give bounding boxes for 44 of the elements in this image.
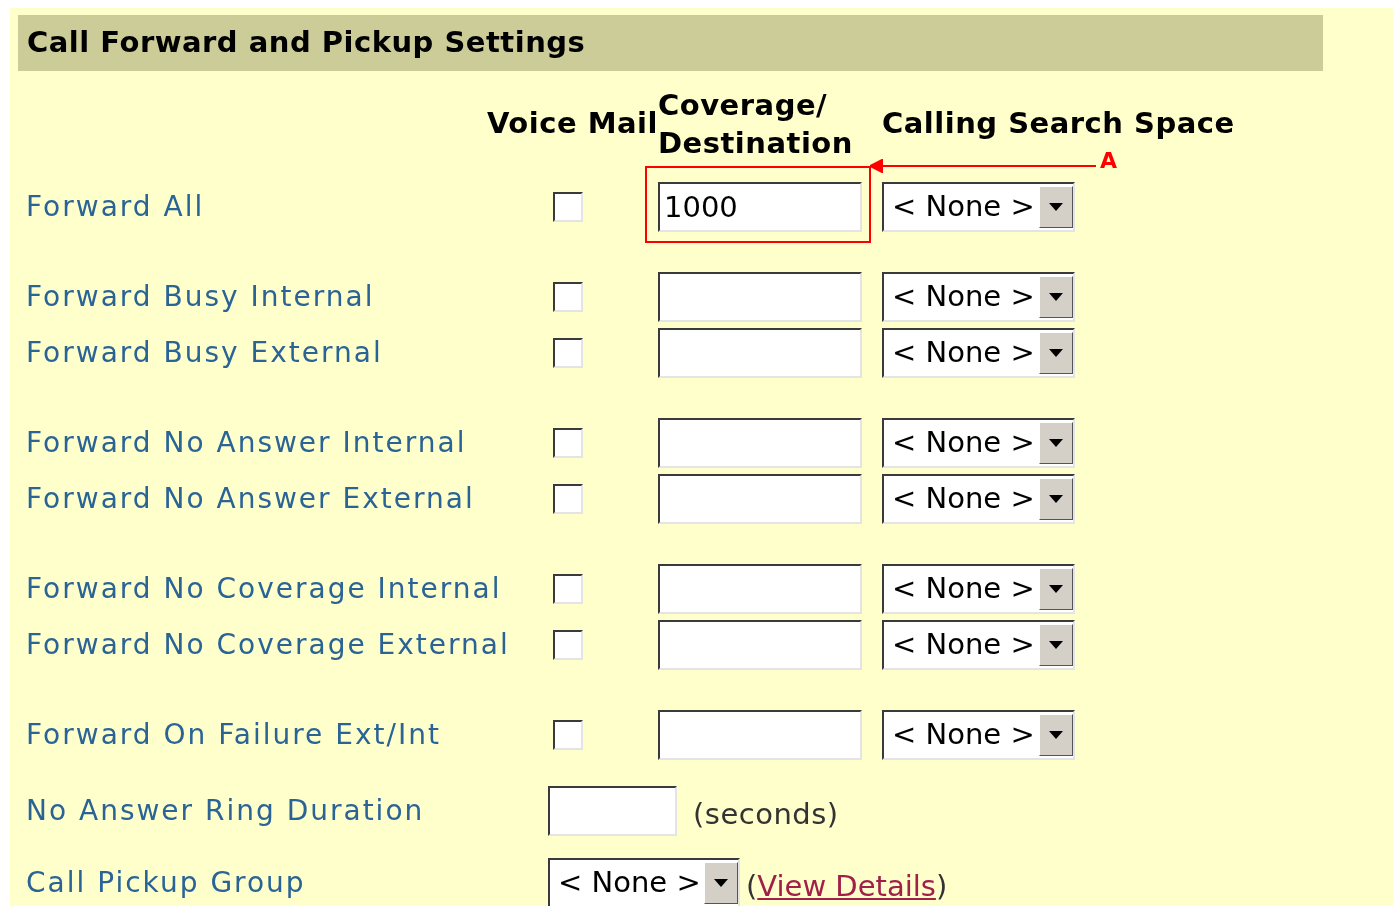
section-title: Call Forward and Pickup Settings bbox=[27, 24, 586, 62]
view-details-link[interactable]: View Details bbox=[757, 869, 936, 904]
field-label: Forward Busy Internal bbox=[25, 279, 375, 315]
field-label: Forward No Answer External bbox=[25, 481, 475, 517]
checkbox[interactable] bbox=[553, 192, 583, 222]
dropdown[interactable]: < None > bbox=[548, 858, 740, 906]
dropdown[interactable]: < None > bbox=[882, 182, 1075, 232]
dropdown[interactable]: < None > bbox=[882, 564, 1075, 614]
dropdown[interactable]: < None > bbox=[882, 418, 1075, 468]
checkbox[interactable] bbox=[553, 282, 583, 312]
destination-field[interactable]: 1000 bbox=[658, 182, 862, 232]
destination-field[interactable] bbox=[658, 474, 862, 524]
destination-field[interactable] bbox=[658, 710, 862, 760]
field-label: Forward No Answer Internal bbox=[25, 425, 467, 461]
destination-field[interactable] bbox=[658, 328, 862, 378]
field-label: Forward No Coverage Internal bbox=[25, 571, 502, 607]
field-label: Forward Busy External bbox=[25, 335, 383, 371]
field-label: Call Pickup Group bbox=[25, 865, 307, 901]
details-note: (View Details) bbox=[746, 868, 948, 906]
column-header: Coverage/ Destination bbox=[658, 87, 854, 162]
column-header: Calling Search Space bbox=[882, 105, 1236, 143]
duration-field[interactable] bbox=[548, 786, 677, 836]
checkbox[interactable] bbox=[553, 484, 583, 514]
dropdown[interactable]: < None > bbox=[882, 474, 1075, 524]
dropdown[interactable]: < None > bbox=[882, 272, 1075, 322]
destination-field[interactable] bbox=[658, 272, 862, 322]
dropdown[interactable]: < None > bbox=[882, 620, 1075, 670]
column-header: Voice Mail bbox=[487, 105, 658, 143]
checkbox[interactable] bbox=[553, 428, 583, 458]
field-label: Forward No Coverage External bbox=[25, 627, 510, 663]
unit-label: (seconds) bbox=[693, 796, 839, 834]
field-label: No Answer Ring Duration bbox=[25, 793, 426, 829]
destination-field[interactable] bbox=[658, 620, 862, 670]
annotation-label: A bbox=[1100, 150, 1118, 172]
checkbox[interactable] bbox=[553, 338, 583, 368]
dropdown[interactable]: < None > bbox=[882, 710, 1075, 760]
field-label: Forward All bbox=[25, 189, 205, 225]
checkbox[interactable] bbox=[553, 720, 583, 750]
checkbox[interactable] bbox=[553, 630, 583, 660]
destination-field[interactable] bbox=[658, 564, 862, 614]
field-label: Forward On Failure Ext/Int bbox=[25, 717, 441, 753]
destination-field[interactable] bbox=[658, 418, 862, 468]
dropdown[interactable]: < None > bbox=[882, 328, 1075, 378]
checkbox[interactable] bbox=[553, 574, 583, 604]
